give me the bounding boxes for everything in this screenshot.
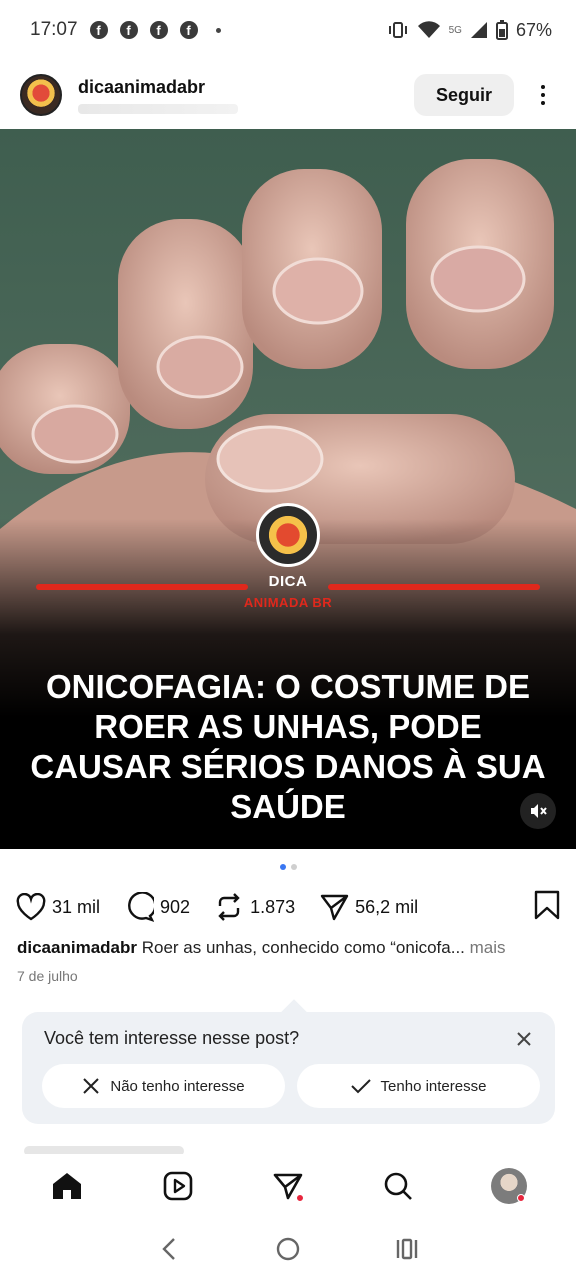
reels-icon	[163, 1171, 192, 1201]
post-header: dicaanimadabr Seguir	[0, 62, 576, 128]
repost-count: 1.873	[250, 896, 296, 917]
post-date: 7 de julho	[17, 968, 78, 984]
facebook-notification-icon: f	[89, 21, 108, 39]
brand-logo	[256, 503, 320, 567]
repost-icon	[218, 893, 240, 921]
interest-question: Você tem interesse nesse post?	[44, 1028, 300, 1048]
post-media[interactable]: DICA ANIMADA BR ONICOFAGIA: O COSTUME DE…	[0, 129, 576, 849]
like-button[interactable]: 31 mil	[16, 893, 100, 921]
brand-name-top: DICA	[268, 573, 308, 590]
network-type: 5G	[448, 24, 462, 36]
caption-username[interactable]: dicaanimadabr	[17, 938, 137, 957]
signal-icon	[470, 22, 487, 38]
nav-reels[interactable]	[150, 1158, 206, 1214]
facebook-notification-icon: f	[149, 21, 168, 39]
home-icon	[53, 1173, 82, 1199]
comment-count: 902	[160, 896, 191, 917]
author-subline	[78, 103, 238, 114]
like-count: 31 mil	[52, 896, 101, 917]
share-count: 56,2 mil	[355, 896, 419, 917]
mute-icon[interactable]	[520, 793, 556, 829]
brand-name-bottom: ANIMADA BR	[243, 595, 333, 610]
interest-survey-card: Você tem interesse nesse post? Não tenho…	[22, 1012, 555, 1124]
pager-dot-active	[279, 864, 286, 870]
bottom-nav	[0, 1155, 576, 1217]
battery-level: 67%	[515, 19, 552, 40]
more-notifications-dot	[215, 27, 221, 33]
check-icon	[350, 1079, 371, 1094]
not-interested-label: Não tenho interesse	[110, 1077, 245, 1095]
media-headline: ONICOFAGIA: O COSTUME DE ROER AS UNHAS, …	[30, 668, 546, 825]
caption-more-link[interactable]: mais	[465, 938, 506, 957]
search-icon	[385, 1172, 413, 1200]
notification-dot	[295, 1194, 304, 1202]
system-nav-bar	[0, 1218, 576, 1280]
follow-button[interactable]: Seguir	[413, 74, 514, 116]
system-recents-icon[interactable]	[387, 1229, 427, 1269]
caption-text: Roer as unhas, conhecido como “onicofa..…	[137, 938, 465, 957]
nav-home[interactable]	[39, 1158, 95, 1214]
facebook-notification-icon: f	[119, 21, 138, 39]
nav-profile[interactable]	[481, 1158, 537, 1214]
battery-icon	[495, 20, 508, 40]
pager-dot	[290, 864, 297, 870]
interested-button[interactable]: Tenho interesse	[297, 1064, 540, 1108]
clock: 17:07	[30, 19, 78, 40]
repost-button[interactable]: 1.873	[214, 892, 295, 922]
more-options-icon[interactable]	[528, 74, 558, 116]
system-back-icon[interactable]	[149, 1229, 189, 1269]
author-username[interactable]: dicaanimadabr	[78, 77, 238, 98]
next-post-peek	[24, 1146, 224, 1154]
x-icon	[83, 1078, 100, 1094]
interested-label: Tenho interesse	[380, 1077, 487, 1095]
save-button[interactable]	[534, 890, 560, 925]
notification-dot	[516, 1194, 525, 1202]
comment-icon	[128, 892, 155, 922]
vibrate-icon	[388, 22, 407, 38]
nav-search[interactable]	[370, 1158, 426, 1214]
share-button[interactable]: 56,2 mil	[319, 892, 418, 922]
nav-direct[interactable]	[260, 1158, 316, 1214]
status-bar: 17:07 f f f f 5G 67%	[0, 0, 576, 60]
system-home-icon[interactable]	[268, 1229, 308, 1269]
heart-icon	[16, 893, 46, 921]
post-caption[interactable]: dicaanimadabr Roer as unhas, conhecido c…	[17, 937, 562, 959]
author-avatar[interactable]	[20, 74, 62, 116]
wifi-icon	[417, 21, 440, 38]
close-icon[interactable]	[513, 1028, 535, 1050]
facebook-notification-icon: f	[179, 21, 198, 39]
post-actions: 31 mil 902 1.873 56,2 mil	[16, 885, 560, 929]
comment-button[interactable]: 902	[124, 892, 190, 922]
not-interested-button[interactable]: Não tenho interesse	[42, 1064, 285, 1108]
share-icon	[320, 894, 349, 921]
bookmark-icon	[534, 890, 560, 919]
carousel-pager	[0, 864, 576, 870]
